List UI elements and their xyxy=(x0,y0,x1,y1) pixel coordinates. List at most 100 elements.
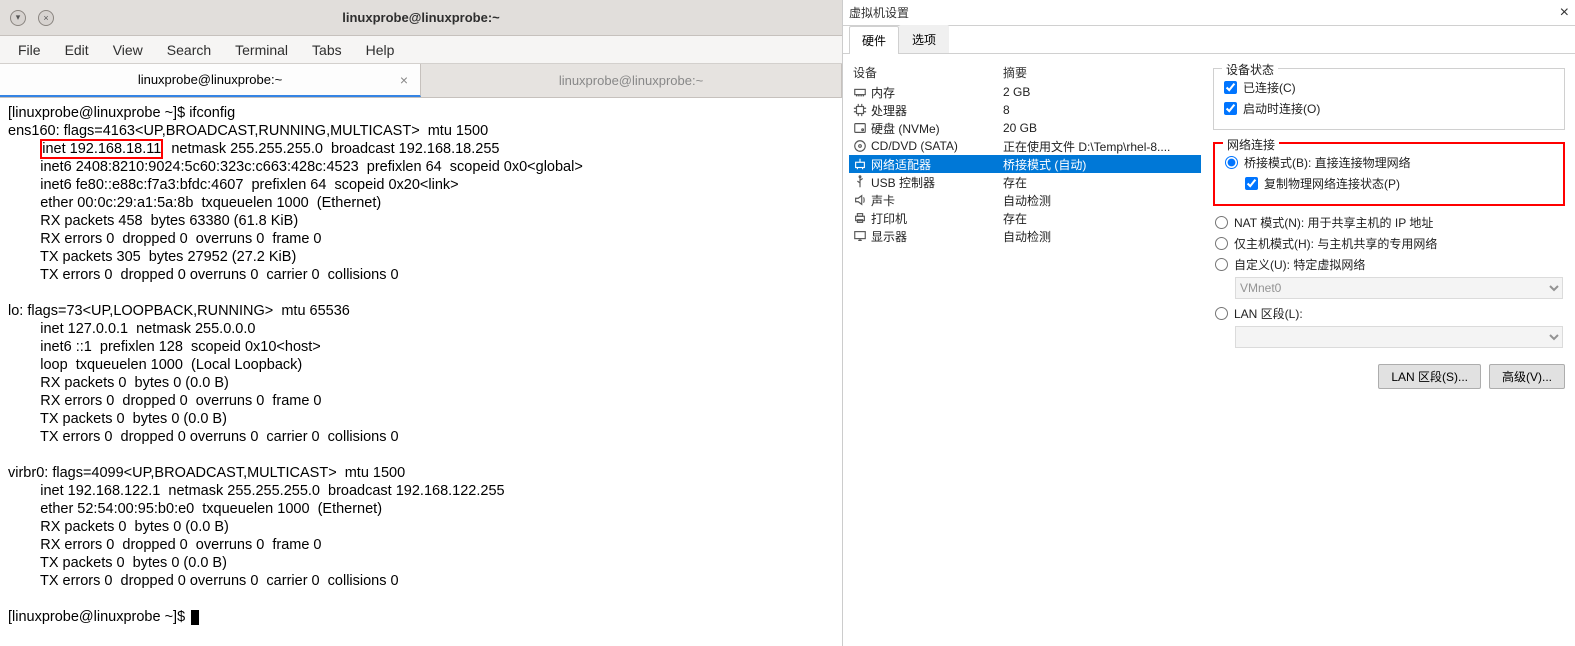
output-line: inet 127.0.0.1 netmask 255.0.0.0 xyxy=(8,321,255,337)
device-summary: 存在 xyxy=(1003,210,1027,227)
window-controls: ▾ × xyxy=(0,10,54,26)
output-line: RX packets 0 bytes 0 (0.0 B) xyxy=(8,519,229,535)
network-other-options: NAT 模式(N): 用于共享主机的 IP 地址 仅主机模式(H): 与主机共享… xyxy=(1213,212,1565,352)
nat-input[interactable] xyxy=(1215,216,1228,229)
output-line: lo: flags=73<UP,LOOPBACK,RUNNING> mtu 65… xyxy=(8,303,350,319)
disk-icon xyxy=(853,121,867,135)
device-name: 打印机 xyxy=(871,210,907,227)
output-line: TX errors 0 dropped 0 overruns 0 carrier… xyxy=(8,267,399,283)
hostonly-input[interactable] xyxy=(1215,237,1228,250)
device-name: 内存 xyxy=(871,84,895,101)
nat-radio[interactable]: NAT 模式(N): 用于共享主机的 IP 地址 xyxy=(1215,212,1563,233)
device-name: 声卡 xyxy=(871,192,895,209)
vmnet-select: VMnet0 xyxy=(1235,277,1563,299)
device-name: 硬盘 (NVMe) xyxy=(871,120,940,137)
menu-edit[interactable]: Edit xyxy=(55,40,99,60)
device-name: 处理器 xyxy=(871,102,907,119)
device-row-printer[interactable]: 打印机 存在 xyxy=(849,209,1201,227)
terminal-window: ▾ × linuxprobe@linuxprobe:~ File Edit Vi… xyxy=(0,0,843,646)
command: ifconfig xyxy=(189,105,235,121)
display-icon xyxy=(853,229,867,243)
custom-radio[interactable]: 自定义(U): 特定虚拟网络 xyxy=(1215,254,1563,275)
output-line: inet6 2408:8210:9024:5c60:323c:c663:428c… xyxy=(8,159,583,175)
cpu-icon xyxy=(853,103,867,117)
device-summary: 8 xyxy=(1003,103,1010,117)
window-menu-button[interactable]: ▾ xyxy=(10,10,26,26)
device-list: 设备 摘要 内存 2 GB 处理器 8 硬盘 (NVMe) 20 GB CD/DVD (SA… xyxy=(849,62,1201,636)
highlighted-ip: inet 192.168.18.11 xyxy=(40,139,163,159)
poweron-input[interactable] xyxy=(1224,102,1237,115)
bridged-radio[interactable]: 桥接模式(B): 直接连接物理网络 xyxy=(1225,152,1553,173)
device-detail-panel: 设备状态 已连接(C) 启动时连接(O) 网络连接 桥接模式(B): 直接连接物… xyxy=(1213,62,1565,636)
device-state-group: 设备状态 已连接(C) 启动时连接(O) xyxy=(1213,68,1565,130)
terminal-content[interactable]: [linuxprobe@linuxprobe ~]$ ifconfig ens1… xyxy=(0,98,842,646)
printer-icon xyxy=(853,211,867,225)
menu-search[interactable]: Search xyxy=(157,40,221,60)
device-row-cpu[interactable]: 处理器 8 xyxy=(849,101,1201,119)
output-line: inet6 ::1 prefixlen 128 scopeid 0x10<hos… xyxy=(8,339,321,355)
terminal-tab-1[interactable]: linuxprobe@linuxprobe:~ × xyxy=(0,64,421,97)
hostonly-radio[interactable]: 仅主机模式(H): 与主机共享的专用网络 xyxy=(1215,233,1563,254)
settings-body: 设备 摘要 内存 2 GB 处理器 8 硬盘 (NVMe) 20 GB CD/DVD (SA… xyxy=(843,54,1575,646)
menu-view[interactable]: View xyxy=(103,40,153,60)
lan-segment-radio[interactable]: LAN 区段(L): xyxy=(1215,303,1563,324)
device-row-sound[interactable]: 声卡 自动检测 xyxy=(849,191,1201,209)
output-line: ether 52:54:00:95:b0:e0 txqueuelen 1000 … xyxy=(8,501,382,517)
menu-bar: File Edit View Search Terminal Tabs Help xyxy=(0,36,842,64)
menu-tabs[interactable]: Tabs xyxy=(302,40,352,60)
device-row-network[interactable]: 网络适配器桥接模式 (自动) xyxy=(849,155,1201,173)
prompt: [linuxprobe@linuxprobe ~]$ xyxy=(8,105,189,121)
usb-icon xyxy=(853,175,867,189)
terminal-tab-bar: linuxprobe@linuxprobe:~ × linuxprobe@lin… xyxy=(0,64,842,98)
device-row-memory[interactable]: 内存 2 GB xyxy=(849,83,1201,101)
connected-input[interactable] xyxy=(1224,81,1237,94)
output-line: netmask 255.255.255.0 broadcast 192.168.… xyxy=(163,141,499,157)
device-row-display[interactable]: 显示器自动检测 xyxy=(849,227,1201,245)
cursor xyxy=(191,610,199,625)
terminal-tab-2[interactable]: linuxprobe@linuxprobe:~ xyxy=(421,64,842,97)
col-summary: 摘要 xyxy=(1003,64,1027,81)
tab-close-icon[interactable]: × xyxy=(400,72,408,88)
dialog-title: 虚拟机设置 xyxy=(849,4,909,21)
device-name: 显示器 xyxy=(871,228,907,245)
output-line: TX packets 0 bytes 0 (0.0 B) xyxy=(8,411,227,427)
menu-file[interactable]: File xyxy=(8,40,51,60)
device-name: CD/DVD (SATA) xyxy=(871,139,958,153)
dialog-close-button[interactable]: × xyxy=(1560,4,1569,22)
vm-settings-dialog: 虚拟机设置 × 硬件 选项 设备 摘要 内存 2 GB 处理器 8 硬盘 (NVMe) 2… xyxy=(843,0,1575,646)
output-line: loop txqueuelen 1000 (Local Loopback) xyxy=(8,357,302,373)
bridged-input[interactable] xyxy=(1225,156,1238,169)
output-line: RX errors 0 dropped 0 overruns 0 frame 0 xyxy=(8,393,322,409)
vmnet-select-wrapper: VMnet0 xyxy=(1235,277,1563,299)
lan-select-wrapper xyxy=(1235,326,1563,348)
device-row-usb[interactable]: USB 控制器存在 xyxy=(849,173,1201,191)
menu-help[interactable]: Help xyxy=(356,40,405,60)
device-summary: 20 GB xyxy=(1003,121,1037,135)
replicate-input[interactable] xyxy=(1245,177,1258,190)
network-connection-group: 网络连接 桥接模式(B): 直接连接物理网络 复制物理网络连接状态(P) xyxy=(1213,142,1565,206)
connect-at-poweron-checkbox[interactable]: 启动时连接(O) xyxy=(1224,98,1554,119)
window-titlebar[interactable]: ▾ × linuxprobe@linuxprobe:~ xyxy=(0,0,842,36)
device-list-header: 设备 摘要 xyxy=(849,62,1201,83)
lan-input[interactable] xyxy=(1215,307,1228,320)
device-row-cd[interactable]: CD/DVD (SATA)正在使用文件 D:\Temp\rhel-8.... xyxy=(849,137,1201,155)
window-title: linuxprobe@linuxprobe:~ xyxy=(342,10,500,25)
tab-options[interactable]: 选项 xyxy=(899,25,949,53)
network-legend: 网络连接 xyxy=(1223,136,1279,153)
output-line: inet 192.168.122.1 netmask 255.255.255.0… xyxy=(8,483,505,499)
window-close-button[interactable]: × xyxy=(38,10,54,26)
connected-checkbox[interactable]: 已连接(C) xyxy=(1224,77,1554,98)
device-row-disk[interactable]: 硬盘 (NVMe) 20 GB xyxy=(849,119,1201,137)
tab-hardware[interactable]: 硬件 xyxy=(849,26,899,54)
menu-terminal[interactable]: Terminal xyxy=(225,40,298,60)
dialog-titlebar[interactable]: 虚拟机设置 × xyxy=(843,0,1575,26)
output-line: TX errors 0 dropped 0 overruns 0 carrier… xyxy=(8,429,399,445)
advanced-button[interactable]: 高级(V)... xyxy=(1489,364,1565,389)
device-summary: 自动检测 xyxy=(1003,192,1051,209)
lan-segments-button[interactable]: LAN 区段(S)... xyxy=(1378,364,1481,389)
device-summary: 2 GB xyxy=(1003,85,1030,99)
custom-input[interactable] xyxy=(1215,258,1228,271)
replicate-checkbox[interactable]: 复制物理网络连接状态(P) xyxy=(1245,173,1553,194)
output-line: ens160: flags=4163<UP,BROADCAST,RUNNING,… xyxy=(8,123,488,139)
col-device: 设备 xyxy=(853,64,1003,81)
